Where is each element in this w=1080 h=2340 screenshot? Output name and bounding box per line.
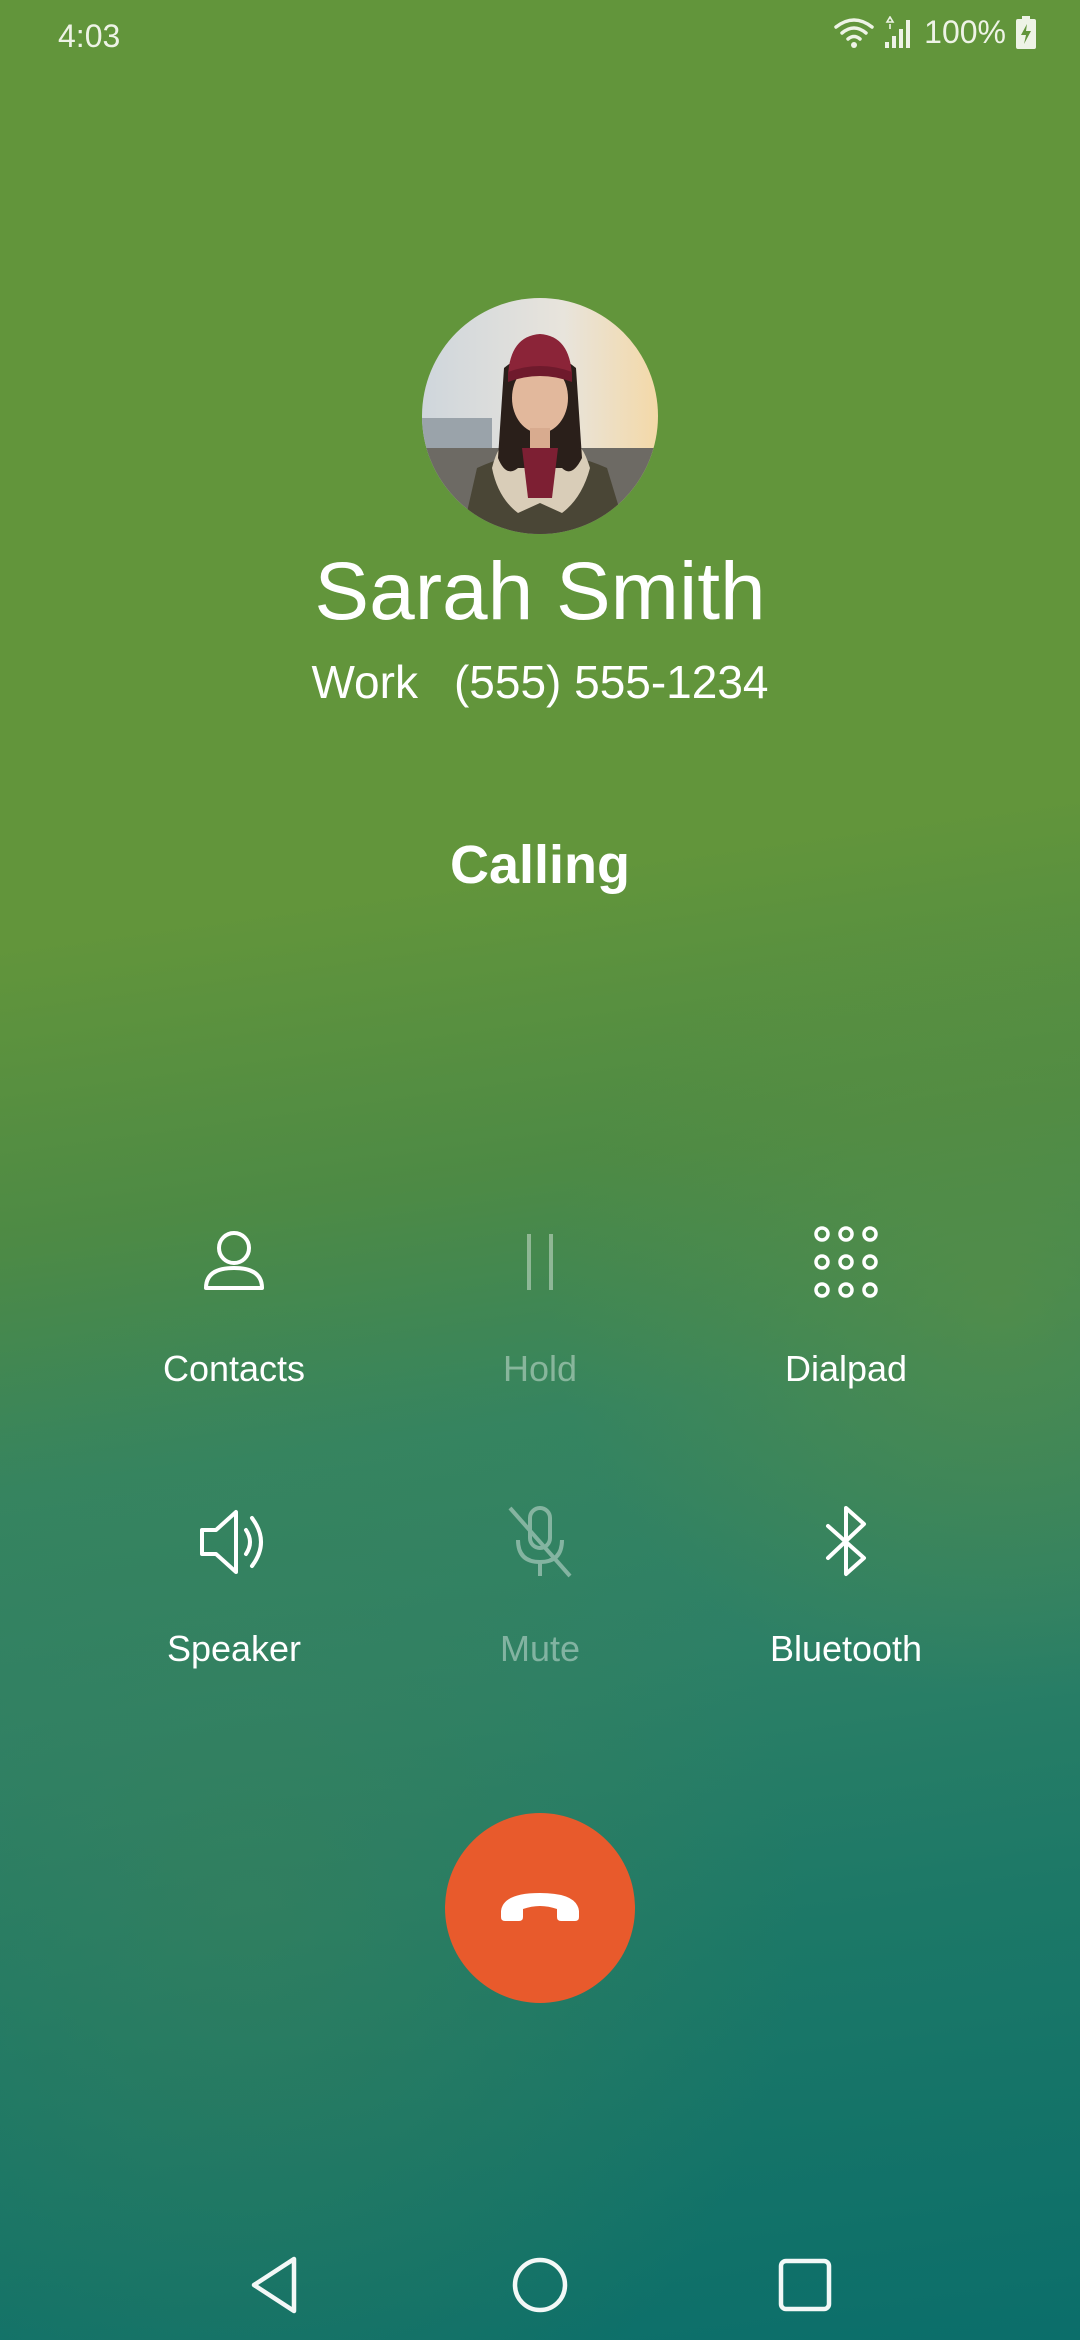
contacts-label: Contacts	[162, 1348, 306, 1389]
call-status: Calling	[449, 835, 630, 895]
status-time: 4:03	[58, 18, 121, 54]
person-icon	[194, 1222, 274, 1302]
navigation-bar	[0, 2225, 1080, 2340]
home-icon[interactable]	[500, 2245, 580, 2325]
status-bar: 4:03 100%	[0, 0, 1080, 76]
dialpad-label: Dialpad	[784, 1348, 908, 1389]
recents-icon[interactable]	[765, 2245, 845, 2325]
phone-number: (555) 555-1234	[453, 656, 769, 708]
hang-up-icon	[495, 1881, 585, 1936]
wifi-icon	[834, 17, 874, 49]
back-icon[interactable]	[236, 2245, 316, 2325]
battery-text: 100%	[924, 14, 1006, 50]
contact-number-line: Work (555) 555-1234	[0, 655, 1080, 709]
pause-icon	[500, 1222, 580, 1302]
dialpad-icon	[806, 1222, 886, 1302]
bluetooth-label: Bluetooth	[769, 1628, 923, 1669]
mute-label: Mute	[499, 1628, 581, 1669]
end-call-button[interactable]	[445, 1813, 635, 2003]
signal-icon	[882, 15, 916, 50]
dialpad-button[interactable]: Dialpad	[696, 1200, 996, 1420]
hold-label: Hold	[502, 1348, 578, 1389]
bluetooth-icon	[806, 1502, 886, 1582]
battery-charging-icon	[1014, 15, 1038, 50]
mute-button[interactable]: Mute	[390, 1480, 690, 1700]
phone-label: Work	[311, 656, 418, 708]
contact-name: Sarah Smith	[314, 546, 766, 637]
contact-avatar	[422, 298, 658, 534]
status-icons: 100%	[834, 14, 1038, 51]
speaker-icon	[194, 1502, 274, 1582]
mic-off-icon	[500, 1502, 580, 1582]
speaker-label: Speaker	[166, 1628, 302, 1669]
speaker-button[interactable]: Speaker	[84, 1480, 384, 1700]
bluetooth-button[interactable]: Bluetooth	[696, 1480, 996, 1700]
hold-button[interactable]: Hold	[390, 1200, 690, 1420]
in-call-screen: 4:03 100% Sarah Smith Work (555) 555-123…	[0, 0, 1080, 2340]
contacts-button[interactable]: Contacts	[84, 1200, 384, 1420]
